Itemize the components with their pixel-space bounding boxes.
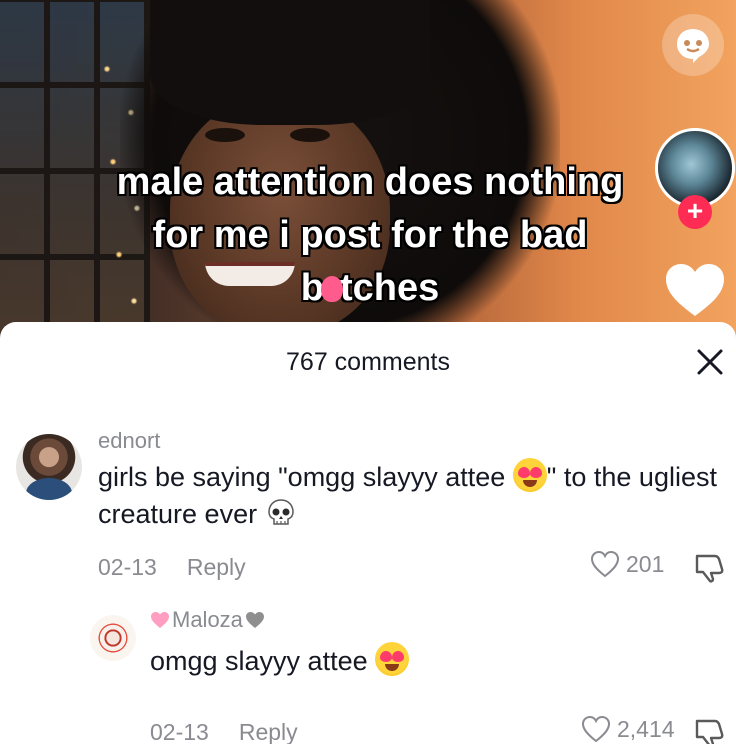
heart-icon[interactable] xyxy=(664,262,726,318)
close-icon[interactable] xyxy=(692,344,728,380)
grey-heart-emoji-icon xyxy=(245,612,264,628)
video-caption-overlay: male attention does nothing for me i pos… xyxy=(80,156,660,315)
censor-heart-sticker xyxy=(320,276,343,302)
comment-text-part: girls be saying "omgg slayyy attee xyxy=(98,462,513,492)
heart-outline-icon xyxy=(581,715,611,743)
comment-text-part: omgg slayyy attee xyxy=(150,646,376,676)
video-subject-bangs xyxy=(150,0,430,125)
like-count: 201 xyxy=(626,550,665,577)
comment-date: 02-13 xyxy=(150,719,209,744)
thumbs-down-icon[interactable] xyxy=(692,550,726,584)
caption-line-3-end: tches xyxy=(339,267,440,309)
video-player[interactable]: male attention does nothing for me i pos… xyxy=(0,0,736,340)
chat-face-icon[interactable] xyxy=(662,14,724,76)
comment-meta: 02-13 Reply xyxy=(150,719,298,744)
caption-line-2: for me i post for the bad xyxy=(152,214,588,256)
reply-button[interactable]: Reply xyxy=(187,554,246,581)
thumbs-down-icon[interactable] xyxy=(692,715,726,744)
comment-username-text: Maloza xyxy=(172,607,243,632)
avatar[interactable] xyxy=(90,615,136,661)
comment-text: girls be saying "omgg slayyy attee " to … xyxy=(98,458,728,533)
skull-emoji-icon xyxy=(265,497,297,529)
pink-heart-emoji-icon xyxy=(151,612,169,628)
video-subject-eye xyxy=(205,128,245,142)
heart-eyes-emoji-icon xyxy=(512,458,547,492)
comment-text: omgg slayyy attee xyxy=(150,642,730,680)
comments-count-title: 767 comments xyxy=(286,348,450,376)
comment-username[interactable]: Maloza xyxy=(150,607,265,633)
caption-line-1: male attention does nothing xyxy=(116,161,624,203)
heart-outline-icon xyxy=(590,550,620,578)
like-count: 2,414 xyxy=(617,715,675,742)
comment-username[interactable]: ednort xyxy=(98,428,160,454)
avatar-shirt xyxy=(26,478,72,500)
comment-date: 02-13 xyxy=(98,554,157,580)
follow-button[interactable]: + xyxy=(678,195,712,229)
comments-sheet: 767 comments ednort girls be saying "omg… xyxy=(0,322,736,744)
reply-button[interactable]: Reply xyxy=(239,719,298,744)
like-control[interactable]: 201 xyxy=(590,550,664,578)
video-subject-eye xyxy=(290,128,330,142)
like-control[interactable]: 2,414 xyxy=(581,715,675,743)
comment-meta: 02-13 Reply xyxy=(98,554,246,581)
avatar[interactable] xyxy=(16,434,82,500)
caption-line-3: b tches xyxy=(80,262,660,315)
heart-eyes-emoji-icon xyxy=(375,642,410,676)
